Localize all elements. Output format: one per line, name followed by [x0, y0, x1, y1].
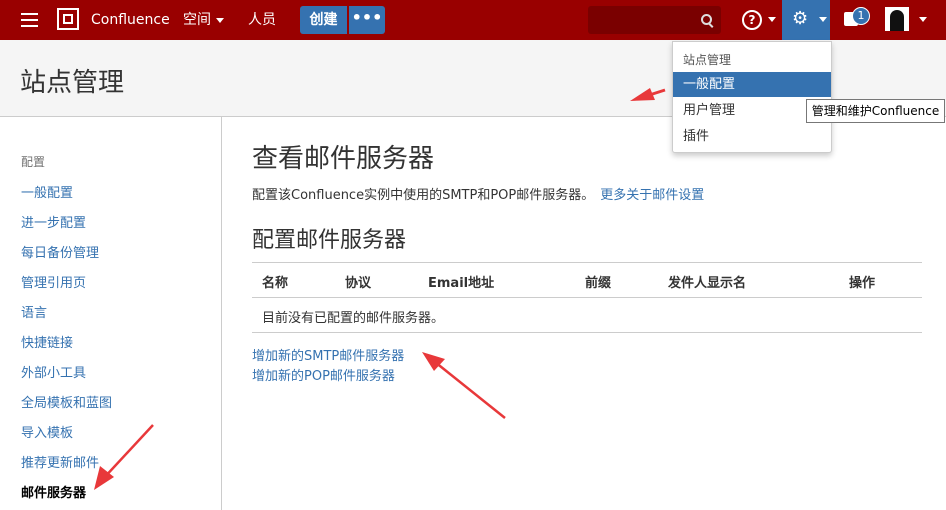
chevron-down-icon [216, 17, 224, 23]
column-header-from-name: 发件人显示名 [668, 276, 747, 291]
admin-dropdown-menu: 站点管理 一般配置 用户管理 插件 [672, 41, 832, 153]
annotation-arrow-smtp [422, 352, 506, 419]
column-header-email: Email地址 [428, 276, 495, 291]
chevron-down-icon [919, 17, 927, 22]
admin-settings-button[interactable]: ⚙ [782, 0, 830, 40]
sidebar-item-import-templates[interactable]: 导入模板 [21, 422, 73, 441]
column-header-name: 名称 [262, 276, 289, 291]
add-pop-server-link[interactable]: 增加新的POP邮件服务器 [252, 365, 395, 384]
help-icon[interactable]: ? [742, 10, 762, 30]
sidebar-item-mail-servers[interactable]: 邮件服务器 [21, 482, 86, 501]
sidebar-item-external-gadgets[interactable]: 外部小工具 [21, 362, 86, 381]
table-header-row: 名称 协议 Email地址 前缀 发件人显示名 操作 [252, 262, 922, 298]
brand-name[interactable]: Confluence [91, 0, 170, 40]
description: 配置该Confluence实例中使用的SMTP和POP邮件服务器。 更多关于邮件设… [252, 184, 704, 203]
admin-sidebar: 配置 一般配置 进一步配置 每日备份管理 管理引用页 语言 快捷链接 外部小工具… [0, 117, 222, 510]
search-input[interactable] [588, 6, 721, 34]
sidebar-item-recommended-updates[interactable]: 推荐更新邮件 [21, 452, 99, 471]
dropdown-heading: 站点管理 [683, 53, 732, 67]
sidebar-item-shortcut-links[interactable]: 快捷链接 [21, 332, 73, 351]
mail-server-table: 名称 协议 Email地址 前缀 发件人显示名 操作 目前没有已配置的邮件服务器… [252, 262, 922, 333]
spaces-menu[interactable]: 空间 [183, 0, 224, 40]
add-smtp-server-link[interactable]: 增加新的SMTP邮件服务器 [252, 345, 404, 364]
table-row: 目前没有已配置的邮件服务器。 [252, 298, 922, 333]
sidebar-item-language[interactable]: 语言 [21, 302, 47, 321]
column-header-protocol: 协议 [345, 276, 372, 291]
sidebar-item-daily-backup[interactable]: 每日备份管理 [21, 242, 99, 261]
sidebar-item-general-config[interactable]: 一般配置 [21, 182, 73, 201]
create-button[interactable]: 创建 [300, 6, 347, 34]
dropdown-item-plugins[interactable]: 插件 [673, 124, 831, 149]
column-header-actions: 操作 [849, 276, 876, 291]
main-title: 查看邮件服务器 [252, 144, 435, 174]
sidebar-heading: 配置 [21, 155, 46, 169]
more-mail-settings-link[interactable]: 更多关于邮件设置 [600, 188, 704, 203]
description-text: 配置该Confluence实例中使用的SMTP和POP邮件服务器。 [252, 188, 595, 203]
chevron-down-icon [768, 17, 776, 22]
chevron-down-icon [819, 17, 827, 22]
sidebar-item-referrers[interactable]: 管理引用页 [21, 272, 86, 291]
search-icon [701, 14, 712, 25]
page-title: 站点管理 [20, 68, 125, 98]
people-link[interactable]: 人员 [248, 0, 276, 40]
notification-badge: 1 [852, 7, 870, 25]
confluence-logo-icon[interactable] [57, 8, 79, 30]
section-subtitle: 配置邮件服务器 [252, 228, 407, 253]
column-header-prefix: 前缀 [585, 276, 612, 291]
top-navigation-bar: Confluence 空间 人员 创建 ••• ? ⚙ 1 [0, 0, 946, 40]
tooltip: 管理和维护Confluence [806, 99, 945, 123]
menu-icon[interactable] [21, 13, 38, 27]
user-avatar[interactable] [885, 7, 909, 31]
sidebar-item-further-config[interactable]: 进一步配置 [21, 212, 86, 231]
spaces-label: 空间 [183, 12, 211, 28]
empty-table-message: 目前没有已配置的邮件服务器。 [262, 311, 445, 326]
more-create-button[interactable]: ••• [349, 6, 385, 34]
sidebar-item-global-templates[interactable]: 全局模板和蓝图 [21, 392, 112, 411]
gear-icon: ⚙ [792, 8, 809, 29]
dropdown-item-general-config[interactable]: 一般配置 [673, 72, 831, 97]
